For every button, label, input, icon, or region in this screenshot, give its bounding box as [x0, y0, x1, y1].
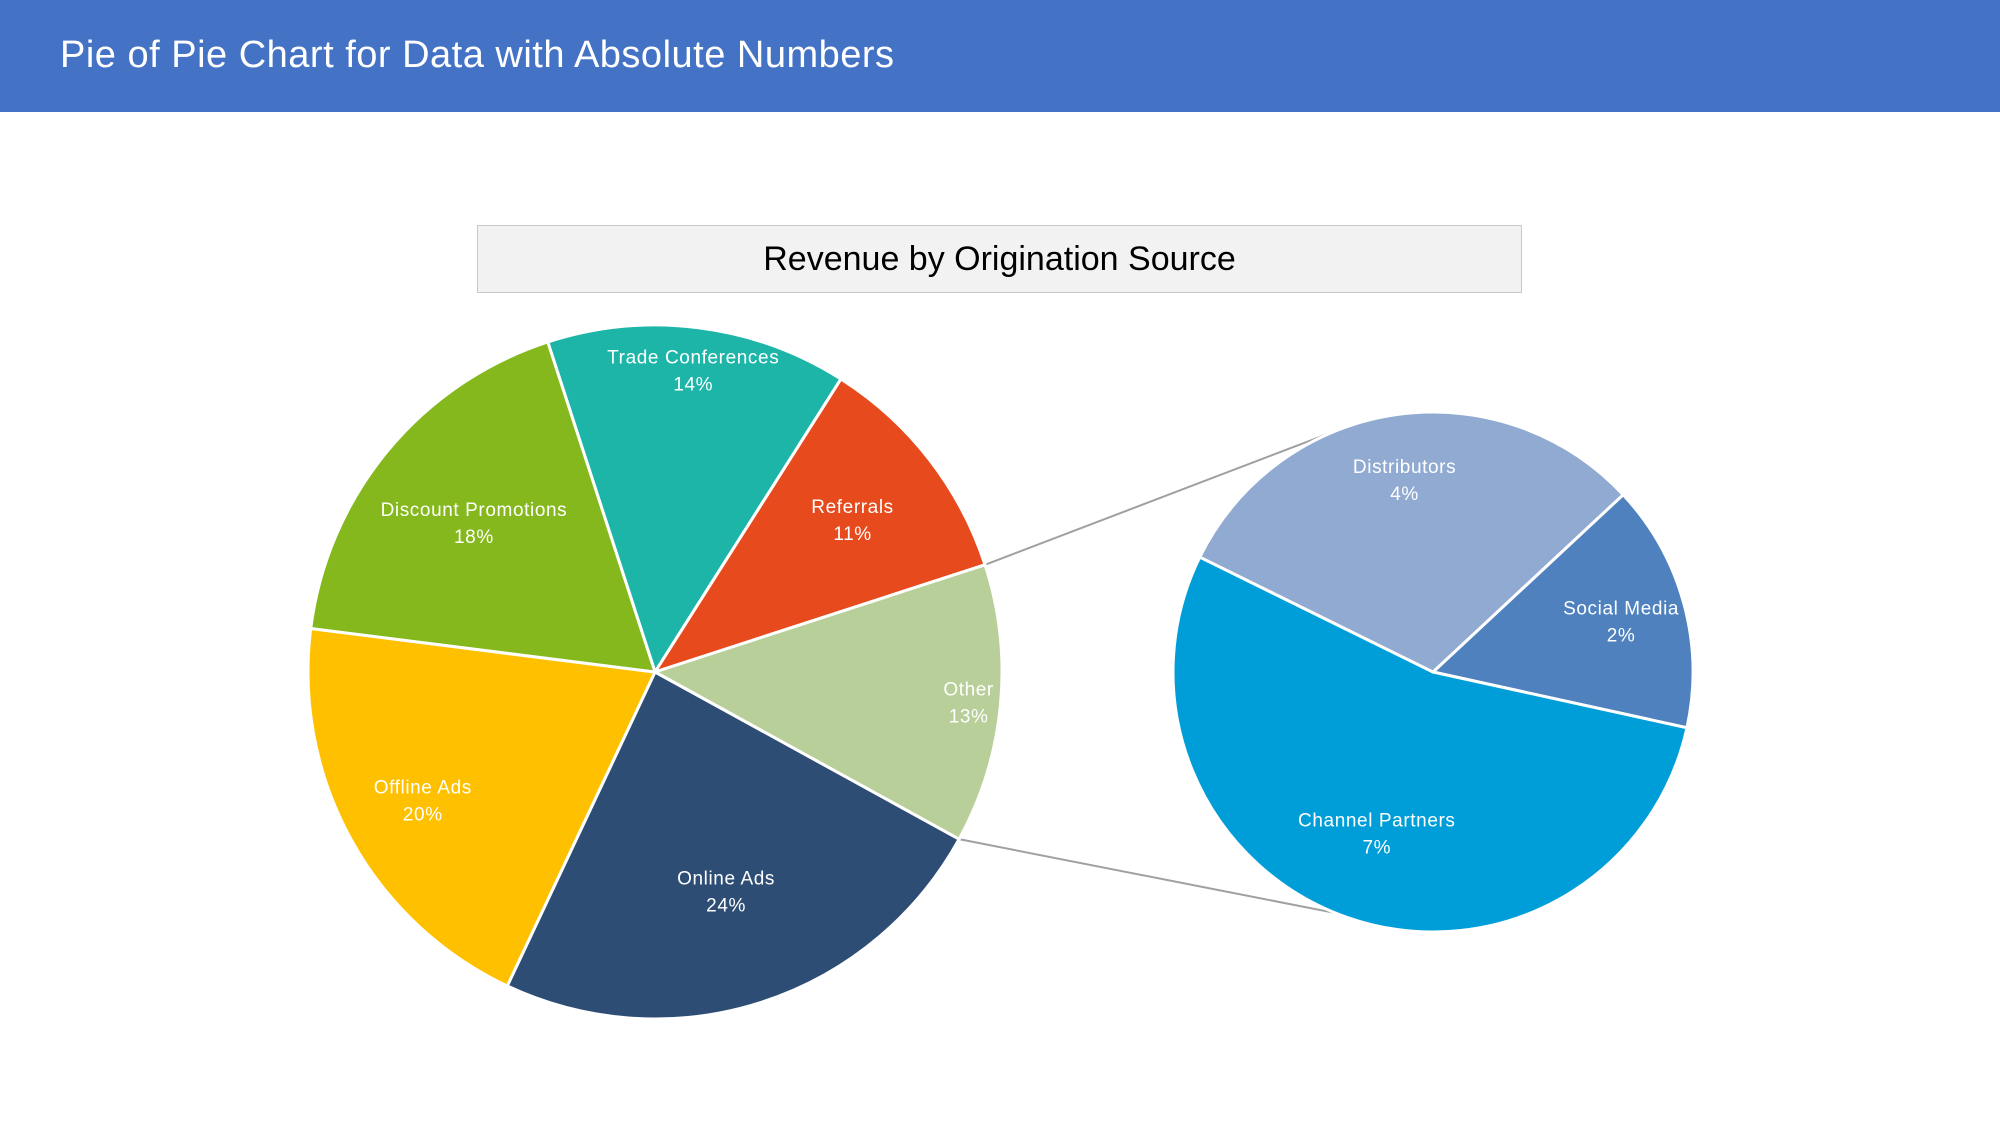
slice-label-referrals: Referrals [811, 497, 893, 518]
slice-value-discount-promotions: 18% [454, 527, 494, 548]
pie-of-pie-chart: Trade Conferences 14% Referrals 11% Other 13%… [306, 323, 1695, 1021]
slice-label-social-media: Social Media [1563, 599, 1679, 620]
slice-value-online-ads: 24% [706, 896, 746, 917]
slice-value-social-media: 2% [1607, 626, 1636, 647]
slice-value-referrals: 11% [833, 524, 871, 545]
main-pie: Trade Conferences 14% Referrals 11% Other 13%… [306, 323, 1004, 1021]
slice-label-channel-partners: Channel Partners [1298, 810, 1455, 831]
slice-value-distributors: 4% [1390, 484, 1419, 505]
slice-value-trade-conferences: 14% [673, 374, 713, 395]
slice-value-other: 13% [949, 707, 989, 728]
slice-label-online-ads: Online Ads [677, 869, 775, 890]
slice-label-discount-promotions: Discount Promotions [381, 500, 568, 521]
slice-value-channel-partners: 7% [1362, 837, 1391, 858]
slice-label-offline-ads: Offline Ads [374, 778, 472, 799]
slice-value-offline-ads: 20% [403, 805, 443, 826]
slice-label-trade-conferences: Trade Conferences [607, 347, 779, 368]
slice-label-distributors: Distributors [1353, 457, 1456, 478]
slice-label-other: Other [943, 680, 994, 701]
secondary-pie: Social Media 2% Channel Partners 7% Distribu… [1171, 410, 1695, 934]
